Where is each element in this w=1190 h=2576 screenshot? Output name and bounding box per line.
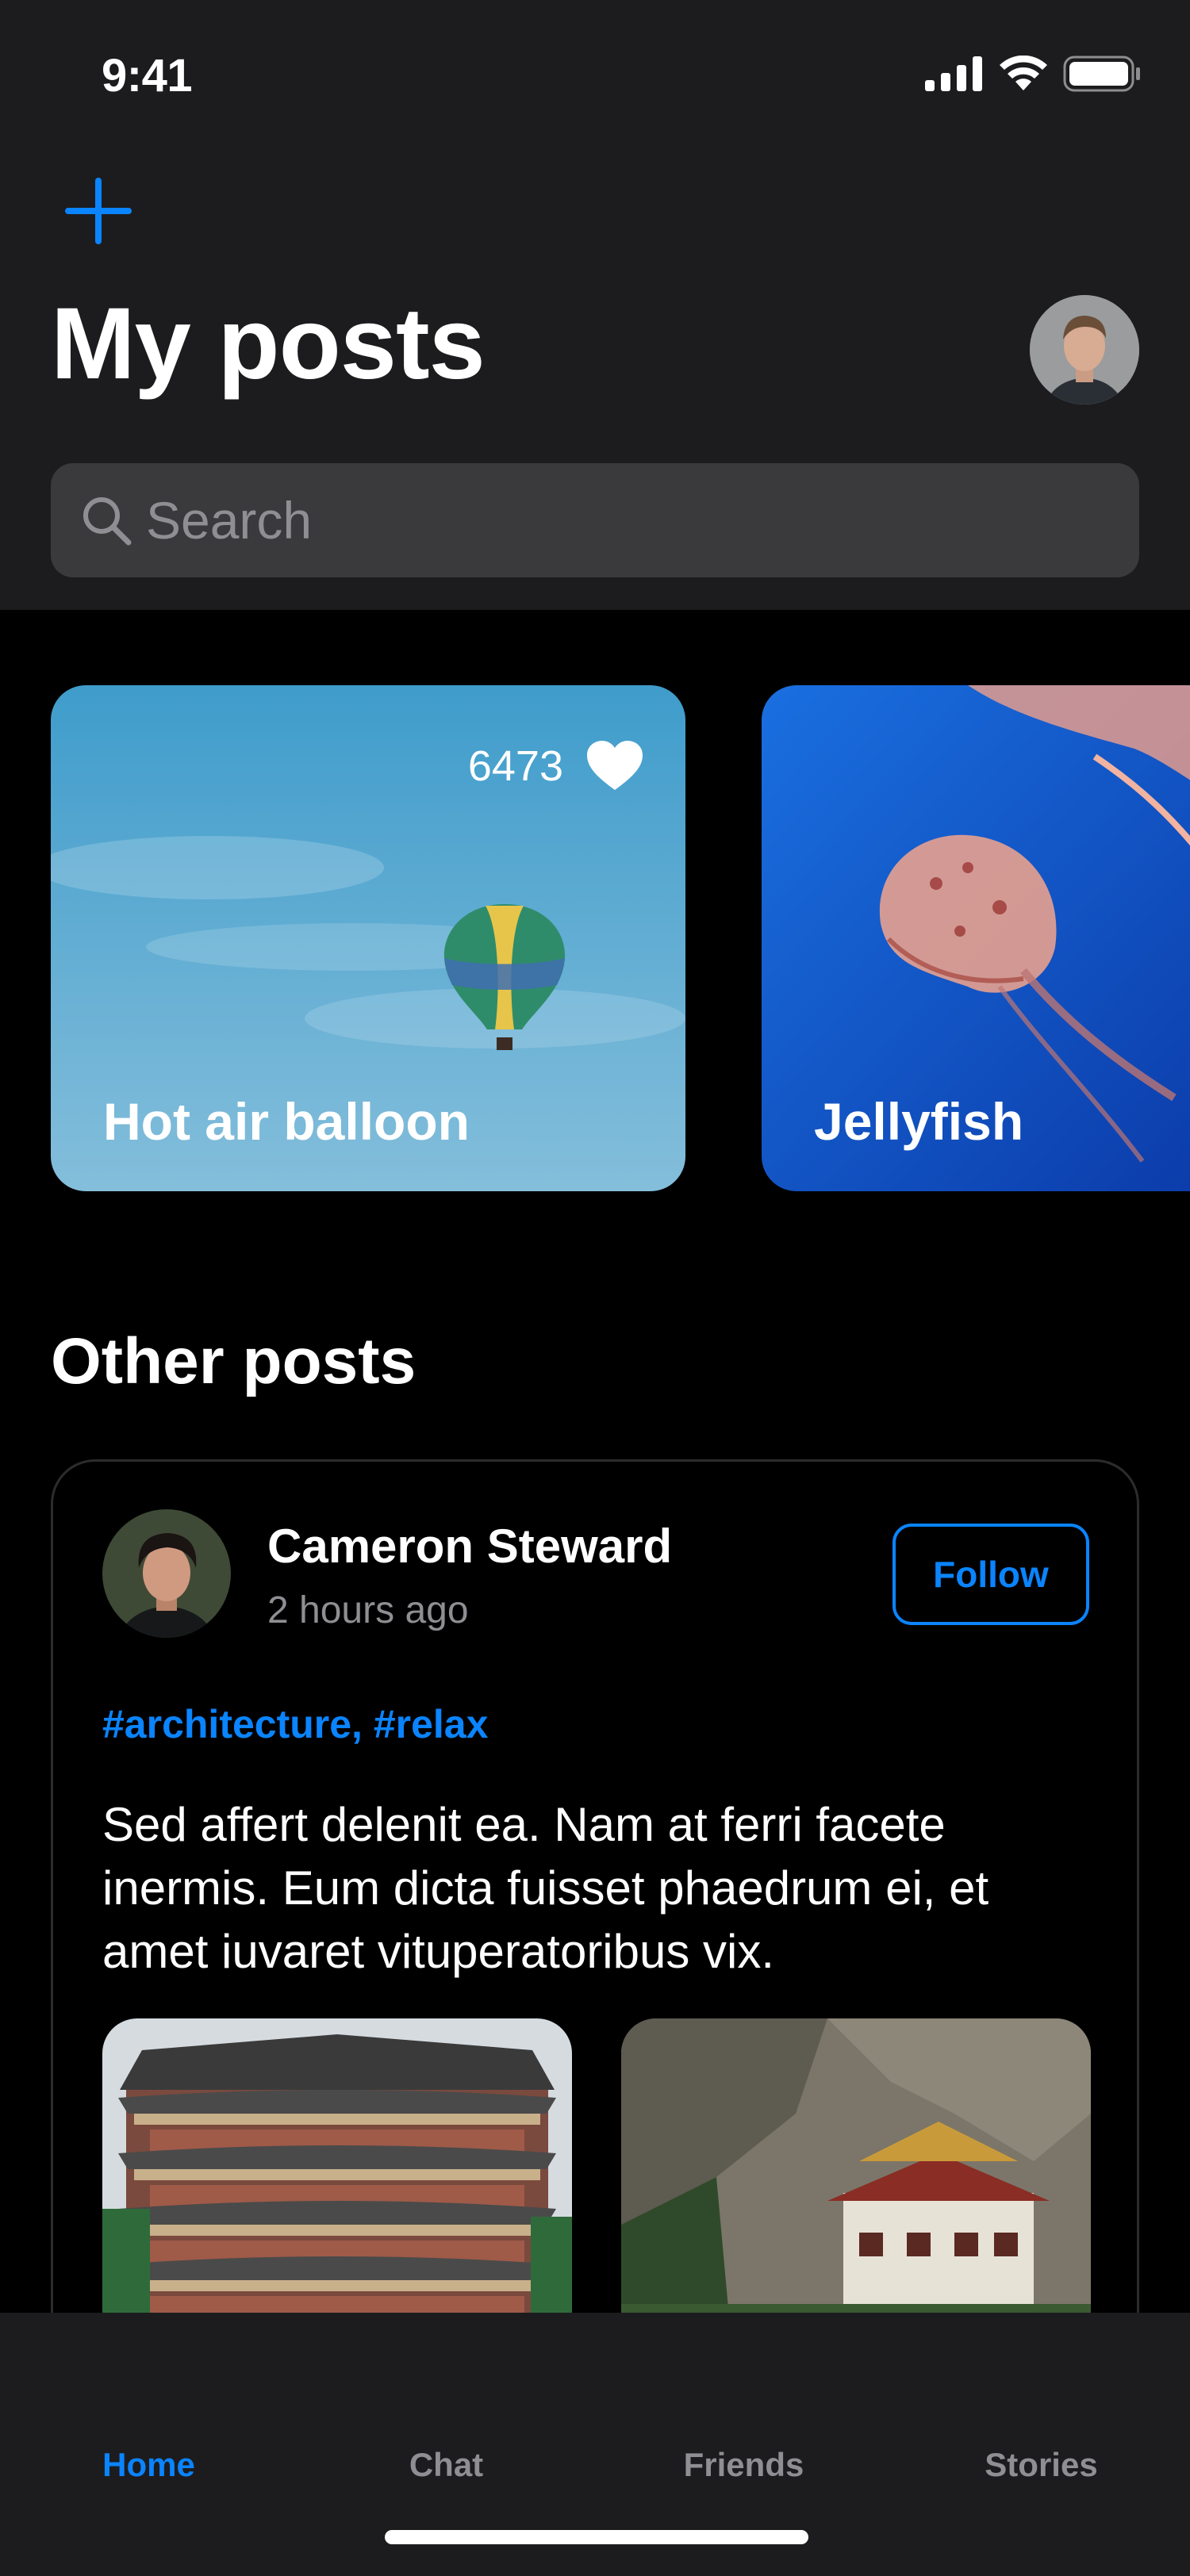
likes: 6473 <box>468 741 643 792</box>
my-post-card[interactable]: Jellyfish <box>762 685 1190 1191</box>
follow-button[interactable]: Follow <box>892 1524 1089 1625</box>
tab-stories[interactable]: Stories <box>892 2446 1190 2484</box>
post-author[interactable]: Cameron Steward <box>267 1519 672 1574</box>
battery-icon <box>1063 56 1140 92</box>
tab-home[interactable]: Home <box>0 2446 298 2484</box>
search-input[interactable] <box>146 490 1098 550</box>
status-icons <box>925 56 1141 92</box>
card-title: Jellyfish <box>814 1092 1024 1151</box>
cellular-signal-icon <box>925 56 982 91</box>
post-tags[interactable]: #architecture, #relax <box>102 1701 488 1747</box>
app-screen: 9:41 My posts Search 6473 Hot air balloo… <box>0 0 1190 2576</box>
profile-avatar[interactable] <box>1030 295 1139 404</box>
card-title: Hot air balloon <box>103 1092 470 1151</box>
plus-icon[interactable] <box>63 176 133 246</box>
post-image[interactable] <box>102 2018 572 2352</box>
search-icon <box>83 497 132 546</box>
home-indicator[interactable] <box>385 2530 808 2544</box>
post-image[interactable] <box>621 2018 1091 2352</box>
heart-icon[interactable] <box>587 741 643 792</box>
page-title: My posts <box>51 287 486 401</box>
status-time: 9:41 <box>102 50 193 102</box>
author-avatar[interactable] <box>102 1509 231 1638</box>
header: 9:41 My posts <box>0 0 1190 610</box>
tab-chat[interactable]: Chat <box>298 2446 595 2484</box>
my-post-card[interactable]: 6473 Hot air balloon <box>51 685 685 1191</box>
section-title: Other posts <box>51 1325 416 1397</box>
search-bar[interactable] <box>51 463 1139 577</box>
wifi-icon <box>1000 56 1047 90</box>
post-time: 2 hours ago <box>267 1589 469 1631</box>
post-body: Sed affert delenit ea. Nam at ferri face… <box>102 1798 989 1978</box>
likes-count: 6473 <box>467 742 563 790</box>
tab-friends[interactable]: Friends <box>595 2446 892 2484</box>
